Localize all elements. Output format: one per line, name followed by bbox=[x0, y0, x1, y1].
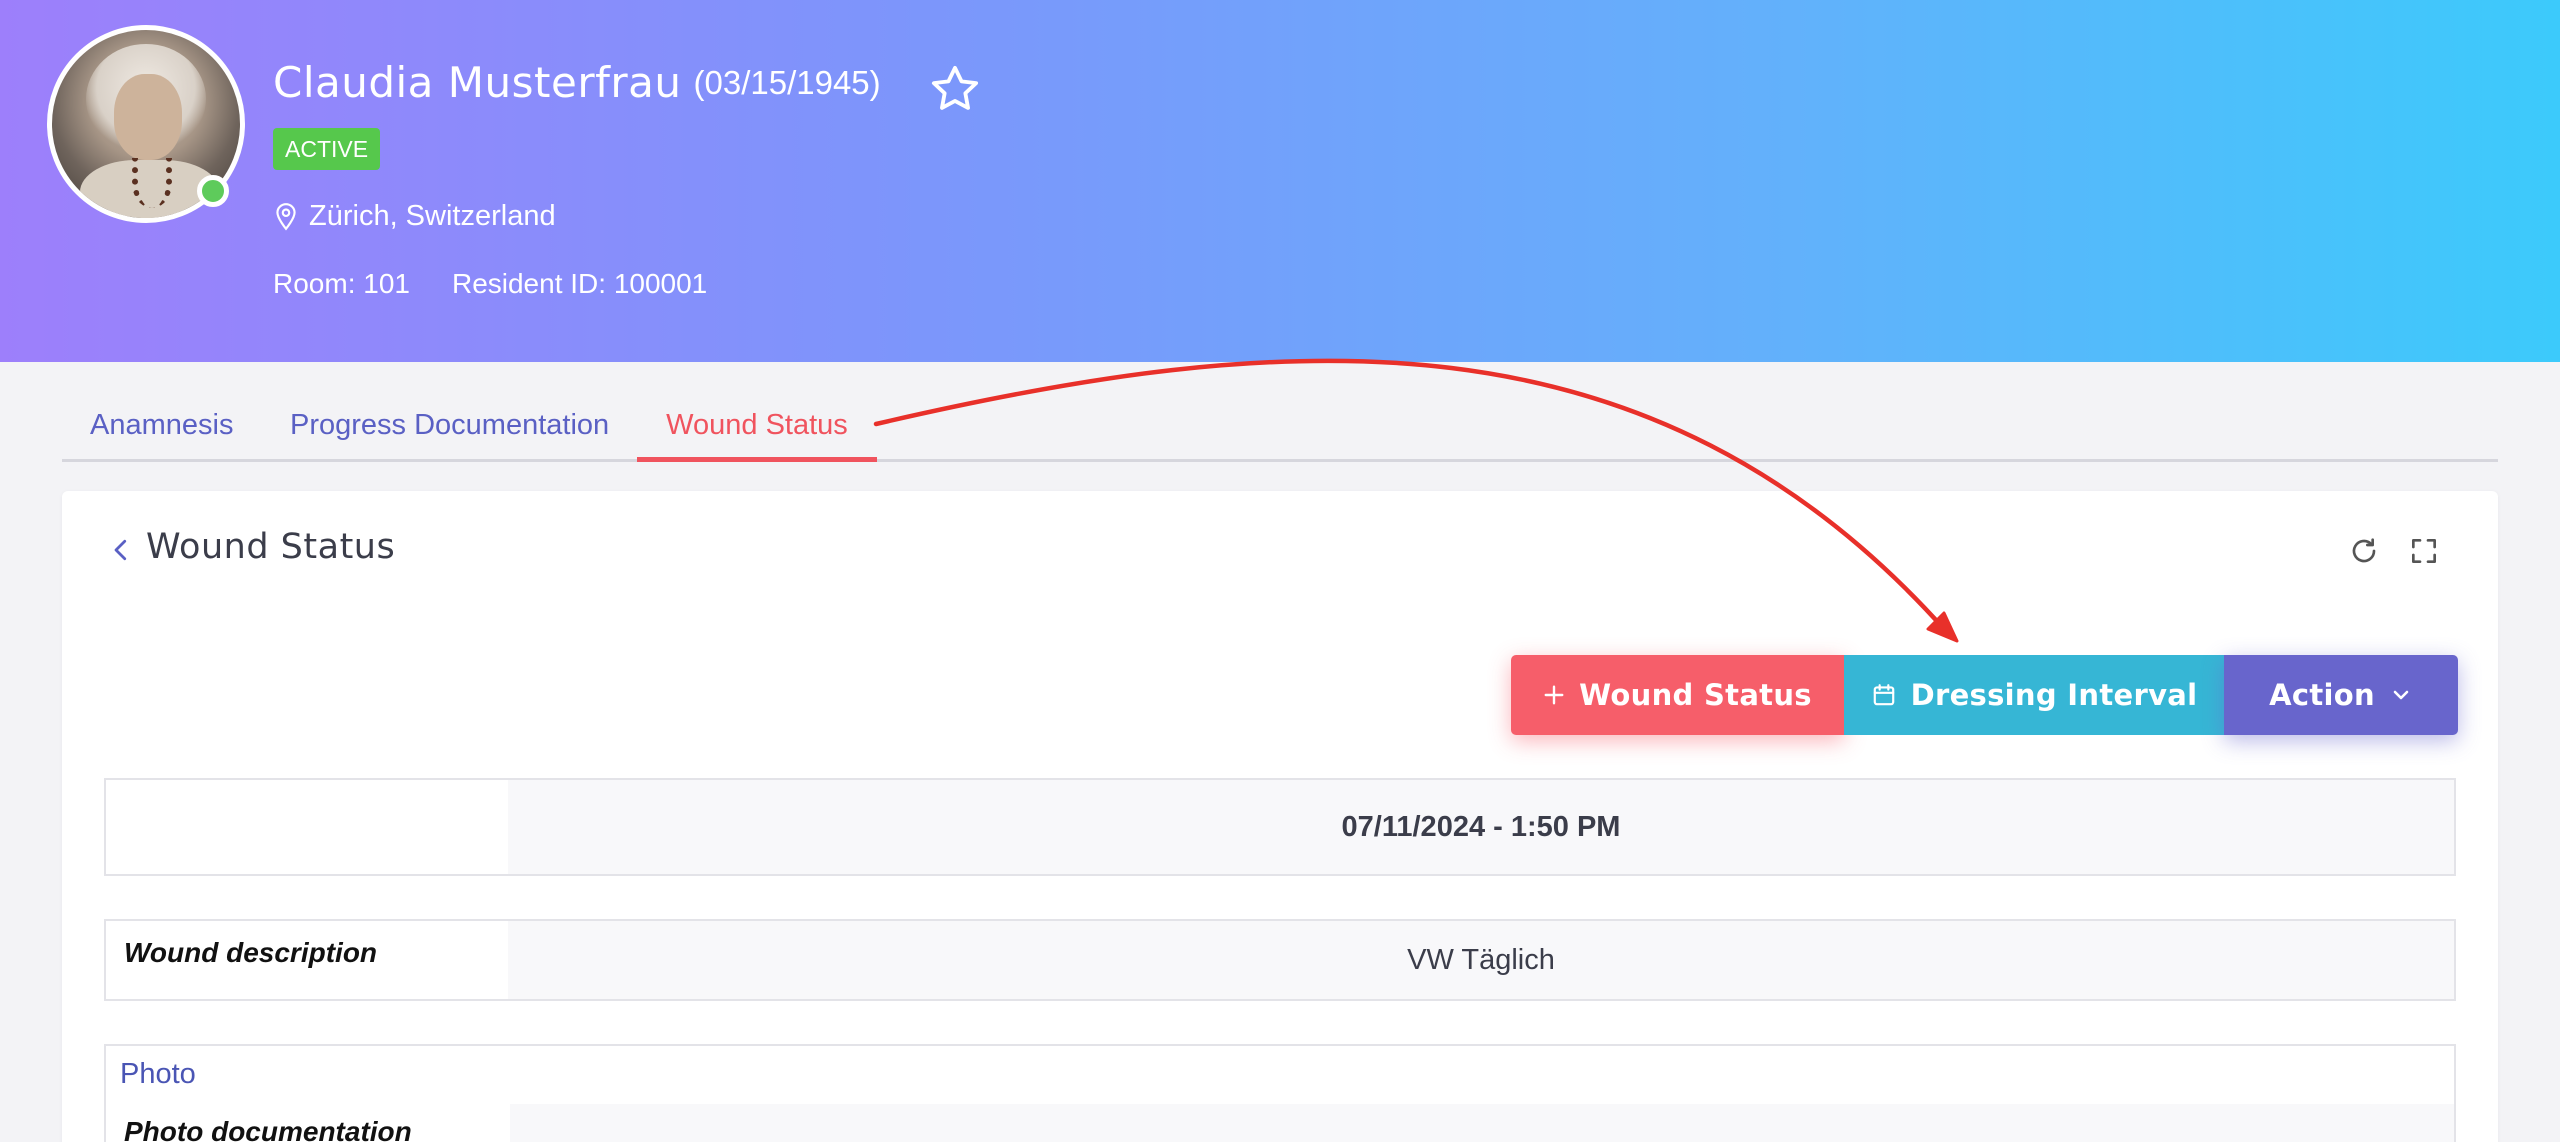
location-text: Zürich, Switzerland bbox=[309, 200, 556, 232]
dressing-interval-label: Dressing Interval bbox=[1910, 678, 2198, 712]
photo-row: Photo Photo documentation bbox=[104, 1044, 2456, 1142]
resident-id: Resident ID: 100001 bbox=[451, 268, 708, 299]
tab-bar: Anamnesis Progress Documentation Wound S… bbox=[62, 400, 2498, 462]
chevron-left-icon[interactable] bbox=[106, 535, 136, 565]
add-wound-status-button[interactable]: Wound Status bbox=[1511, 655, 1844, 735]
action-label: Action bbox=[2269, 678, 2375, 712]
patient-name: Claudia Musterfrau bbox=[273, 58, 682, 107]
patient-header: Claudia Musterfrau (03/15/1945) ACTIVE Z… bbox=[0, 0, 2560, 362]
photo-documentation-label: Photo documentation bbox=[124, 1116, 412, 1142]
entry-date: 07/11/2024 - 1:50 PM bbox=[508, 780, 2454, 874]
location-pin-icon bbox=[276, 202, 296, 230]
dressing-interval-button[interactable]: Dressing Interval bbox=[1844, 655, 2224, 735]
online-status-dot bbox=[197, 175, 229, 207]
photo-documentation-value bbox=[510, 1104, 2454, 1142]
patient-location: Zürich, Switzerland bbox=[273, 200, 556, 233]
action-dropdown-button[interactable]: Action bbox=[2224, 655, 2458, 735]
tab-progress-documentation[interactable]: Progress Documentation bbox=[290, 400, 609, 462]
patient-name-row: Claudia Musterfrau (03/15/1945) bbox=[273, 58, 881, 107]
avatar bbox=[47, 25, 245, 223]
date-row-label-cell bbox=[106, 780, 508, 874]
card-title: Wound Status bbox=[146, 527, 396, 567]
add-wound-status-label: Wound Status bbox=[1579, 678, 1812, 712]
chevron-down-icon bbox=[2393, 690, 2409, 700]
refresh-icon[interactable] bbox=[2348, 535, 2380, 567]
patient-dob: (03/15/1945) bbox=[693, 63, 881, 101]
entry-date-row: 07/11/2024 - 1:50 PM bbox=[104, 778, 2456, 876]
wound-description-label: Wound description bbox=[106, 921, 508, 999]
room-number: Room: 101 bbox=[273, 268, 410, 299]
wound-description-value: VW Täglich bbox=[508, 921, 2454, 999]
action-button-group: Wound Status Dressing Interval Action bbox=[1511, 655, 2458, 735]
calendar-icon bbox=[1873, 684, 1894, 706]
photo-section-heading: Photo bbox=[120, 1058, 196, 1090]
plus-icon bbox=[1544, 685, 1564, 705]
fullscreen-icon[interactable] bbox=[2408, 535, 2440, 567]
star-icon[interactable] bbox=[928, 62, 982, 116]
patient-meta: Room: 101 Resident ID: 100001 bbox=[273, 268, 707, 300]
wound-description-row: Wound description VW Täglich bbox=[104, 919, 2456, 1001]
wound-status-card: Wound Status Wound Status Dressing Inter… bbox=[62, 491, 2498, 1142]
tab-anamnesis[interactable]: Anamnesis bbox=[90, 400, 233, 462]
tab-wound-status[interactable]: Wound Status bbox=[637, 400, 877, 462]
status-badge: ACTIVE bbox=[273, 128, 381, 170]
